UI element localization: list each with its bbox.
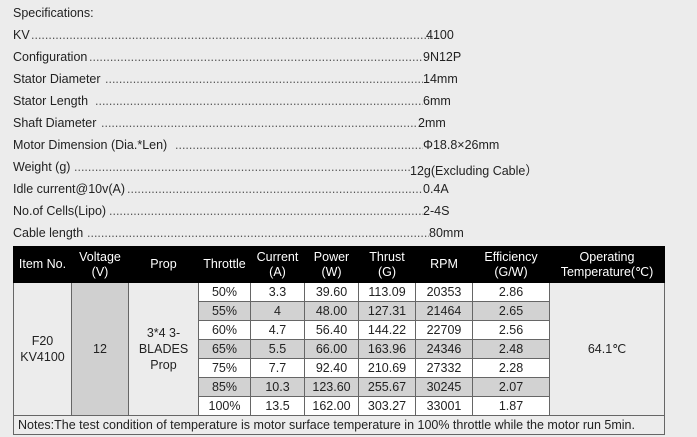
spec-value: 2-4S	[423, 204, 450, 218]
header-current: Current (A)	[250, 246, 305, 283]
header-item-no: Item No.	[13, 246, 72, 283]
dot-leader: ........................................…	[74, 160, 410, 174]
dot-leader: ........................................…	[105, 72, 423, 86]
current-cell: 7.7	[250, 358, 305, 378]
thrust-cell: 144.22	[358, 320, 416, 340]
header-power: Power (W)	[304, 246, 359, 283]
thrust-cell: 163.96	[358, 339, 416, 359]
efficiency-cell: 2.56	[472, 320, 550, 340]
header-operating-temperature: Operating Temperature(℃)	[549, 246, 665, 283]
efficiency-cell: 2.65	[472, 301, 550, 321]
throttle-cell: 65%	[198, 339, 251, 359]
rpm-cell: 20353	[415, 282, 473, 302]
header-efficiency: Efficiency (G/W)	[472, 246, 550, 283]
temperature-cell: 64.1℃	[549, 282, 665, 416]
current-cell: 5.5	[250, 339, 305, 359]
spec-value: 80mm	[429, 226, 464, 240]
power-cell: 162.00	[304, 396, 359, 416]
spec-value: 6mm	[423, 94, 451, 108]
dot-leader: ........................................…	[175, 138, 423, 152]
current-cell: 10.3	[250, 377, 305, 397]
rpm-cell: 27332	[415, 358, 473, 378]
throttle-cell: 50%	[198, 282, 251, 302]
notes-text: Notes:The test condition of temperature …	[13, 415, 665, 435]
table-row: F20 KV4100 12 3*4 3-BLADES Prop 50% 3.3 …	[13, 282, 665, 416]
power-cell: 92.40	[304, 358, 359, 378]
rpm-cell: 21464	[415, 301, 473, 321]
spec-label: Idle current@10v(A)	[13, 182, 126, 196]
thrust-cell: 127.31	[358, 301, 416, 321]
spec-label: Configuration	[13, 50, 88, 64]
thrust-cell: 255.67	[358, 377, 416, 397]
throttle-cell: 60%	[198, 320, 251, 340]
efficiency-cell: 1.87	[472, 396, 550, 416]
header-voltage: Voltage (V)	[71, 246, 129, 283]
power-cell: 39.60	[304, 282, 359, 302]
current-cell: 3.3	[250, 282, 305, 302]
dot-leader: ........................................…	[95, 94, 423, 108]
thrust-cell: 113.09	[358, 282, 416, 302]
notes-row: Notes:The test condition of temperature …	[13, 415, 665, 435]
spec-value: 12g(Excluding Cable）	[410, 164, 538, 178]
current-cell: 4.7	[250, 320, 305, 340]
efficiency-cell: 2.48	[472, 339, 550, 359]
header-thrust: Thrust (G)	[358, 246, 416, 283]
spec-label: Shaft Diameter	[13, 116, 97, 130]
dot-leader: ........................................…	[31, 28, 439, 42]
rpm-cell: 30245	[415, 377, 473, 397]
spec-value: 0.4A	[423, 182, 449, 196]
spec-label: Weight (g)	[13, 160, 71, 174]
power-cell: 66.00	[304, 339, 359, 359]
thrust-cell: 210.69	[358, 358, 416, 378]
throttle-cell: 75%	[198, 358, 251, 378]
throttle-cell: 55%	[198, 301, 251, 321]
rpm-cell: 24346	[415, 339, 473, 359]
spec-label: KV	[13, 28, 30, 42]
specifications-title: Specifications:	[13, 6, 94, 20]
power-cell: 48.00	[304, 301, 359, 321]
thrust-cell: 303.27	[358, 396, 416, 416]
throttle-cell: 100%	[198, 396, 251, 416]
throttle-cell: 85%	[198, 377, 251, 397]
table-header-row: Item No. Voltage (V) Prop Throttle Curre…	[13, 246, 665, 283]
performance-table: Item No. Voltage (V) Prop Throttle Curre…	[13, 246, 665, 435]
dot-leader: ........................................…	[109, 204, 423, 218]
spec-value: 14mm	[423, 72, 458, 86]
spec-value: Φ18.8×26mm	[423, 138, 500, 152]
efficiency-cell: 2.28	[472, 358, 550, 378]
spec-label: No.of Cells(Lipo)	[13, 204, 107, 218]
power-cell: 123.60	[304, 377, 359, 397]
spec-label: Stator Diameter	[13, 72, 101, 86]
spec-value: 9N12P	[423, 50, 462, 64]
efficiency-cell: 2.07	[472, 377, 550, 397]
prop-cell: 3*4 3-BLADES Prop	[128, 282, 199, 416]
spec-label: Stator Length	[13, 94, 89, 108]
header-rpm: RPM	[415, 246, 473, 283]
spec-value: 2mm	[418, 116, 446, 130]
header-throttle: Throttle	[198, 246, 251, 283]
dot-leader: ........................................…	[127, 182, 423, 196]
current-cell: 13.5	[250, 396, 305, 416]
spec-label: Motor Dimension (Dia.*Len)	[13, 138, 168, 152]
spec-value: 4100	[426, 28, 454, 42]
current-cell: 4	[250, 301, 305, 321]
dot-leader: ........................................…	[89, 50, 423, 64]
voltage-cell: 12	[71, 282, 129, 416]
header-prop: Prop	[128, 246, 199, 283]
efficiency-cell: 2.86	[472, 282, 550, 302]
dot-leader: ........................................…	[87, 226, 429, 240]
item-no-cell: F20 KV4100	[13, 282, 72, 416]
rpm-cell: 22709	[415, 320, 473, 340]
power-cell: 56.40	[304, 320, 359, 340]
spec-label: Cable length	[13, 226, 84, 240]
rpm-cell: 33001	[415, 396, 473, 416]
dot-leader: ........................................…	[101, 116, 418, 130]
